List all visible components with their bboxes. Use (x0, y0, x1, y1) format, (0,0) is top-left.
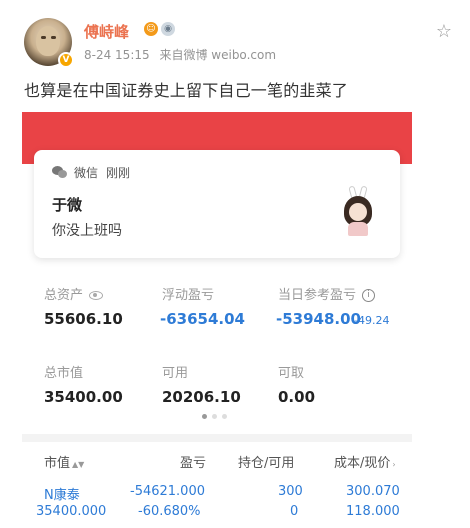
embedded-screenshot: 微信 刚刚 于微 你没上班吗 总资产 55606.10 浮动盈亏 -63654.… (22, 112, 412, 528)
page-indicator (202, 414, 227, 419)
page-dot[interactable] (202, 414, 207, 419)
available-value: 20206.10 (162, 388, 241, 406)
column-header-market-value[interactable]: 市值 ▲▼ (44, 452, 84, 471)
notification-message: 你没上班吗 (52, 223, 122, 239)
eye-icon[interactable] (89, 291, 104, 300)
avatar-eye (51, 36, 56, 39)
section-divider (22, 434, 412, 442)
sticker-avatar-icon (336, 185, 380, 238)
stock-pl-percent: -60.680% (138, 504, 201, 519)
stock-name[interactable]: N康泰 (44, 484, 80, 503)
notification-app: 微信 (74, 166, 99, 180)
favorite-star-icon[interactable]: ☆ (434, 22, 454, 42)
post-header: V 傅峙峰 ☺ ◉ 8-24 15:15 来自微博 weibo.com ☆ (24, 18, 454, 68)
market-value-value: 35400.00 (44, 388, 123, 406)
market-value-label: 总市值 (44, 366, 84, 381)
post-source[interactable]: 来自微博 weibo.com (159, 48, 276, 62)
info-icon[interactable]: i (362, 289, 376, 302)
stock-cost: 300.070 (346, 484, 400, 499)
column-header-cost[interactable]: 成本/现价 › (334, 452, 396, 471)
avatar-face (36, 26, 60, 56)
page-dot[interactable] (212, 414, 217, 419)
post-meta: 8-24 15:15 来自微博 weibo.com (84, 46, 282, 63)
avatar-eye (41, 36, 46, 39)
post-text: 也算是在中国证券史上留下自己一笔的韭菜了 (24, 81, 349, 100)
stock-available: 0 (290, 504, 299, 519)
post-date: 8-24 15:15 (84, 48, 150, 62)
wechat-icon (52, 165, 68, 180)
stock-price: 118.000 (346, 504, 400, 519)
floating-pl-label: 浮动盈亏 (162, 288, 215, 303)
daily-pl-value: -53948.00 (276, 310, 361, 328)
scroll-right-icon: › (392, 460, 396, 469)
medal-badge-icon[interactable]: ◉ (161, 22, 175, 36)
verified-badge-icon: V (58, 52, 74, 68)
daily-pl-label: 当日参考盈亏 i (278, 284, 376, 303)
column-header-position[interactable]: 持仓/可用 (238, 452, 294, 471)
sort-icon: ▲▼ (72, 460, 85, 469)
withdrawable-value: 0.00 (278, 388, 316, 406)
stock-position: 300 (278, 484, 303, 499)
withdrawable-label: 可取 (278, 366, 305, 381)
notification-sender: 于微 (52, 196, 83, 214)
total-assets-value: 55606.10 (44, 310, 123, 328)
notification-time: 刚刚 (106, 166, 131, 180)
total-assets-label: 总资产 (44, 284, 104, 303)
notification-header: 微信 刚刚 (52, 164, 130, 181)
user-name[interactable]: 傅峙峰 (84, 21, 129, 42)
wechat-notification[interactable]: 微信 刚刚 于微 你没上班吗 (34, 150, 400, 258)
available-label: 可用 (162, 366, 189, 381)
member-badge-icon[interactable]: ☺ (144, 22, 158, 36)
stock-market-value: 35400.000 (36, 504, 107, 519)
floating-pl-value: -63654.04 (160, 310, 245, 328)
column-header-pl[interactable]: 盈亏 (180, 452, 206, 471)
user-badges: ☺ ◉ (144, 22, 175, 36)
page-dot[interactable] (222, 414, 227, 419)
stock-pl: -54621.000 (130, 484, 205, 499)
daily-pl-percent: -49.24 (354, 314, 390, 327)
